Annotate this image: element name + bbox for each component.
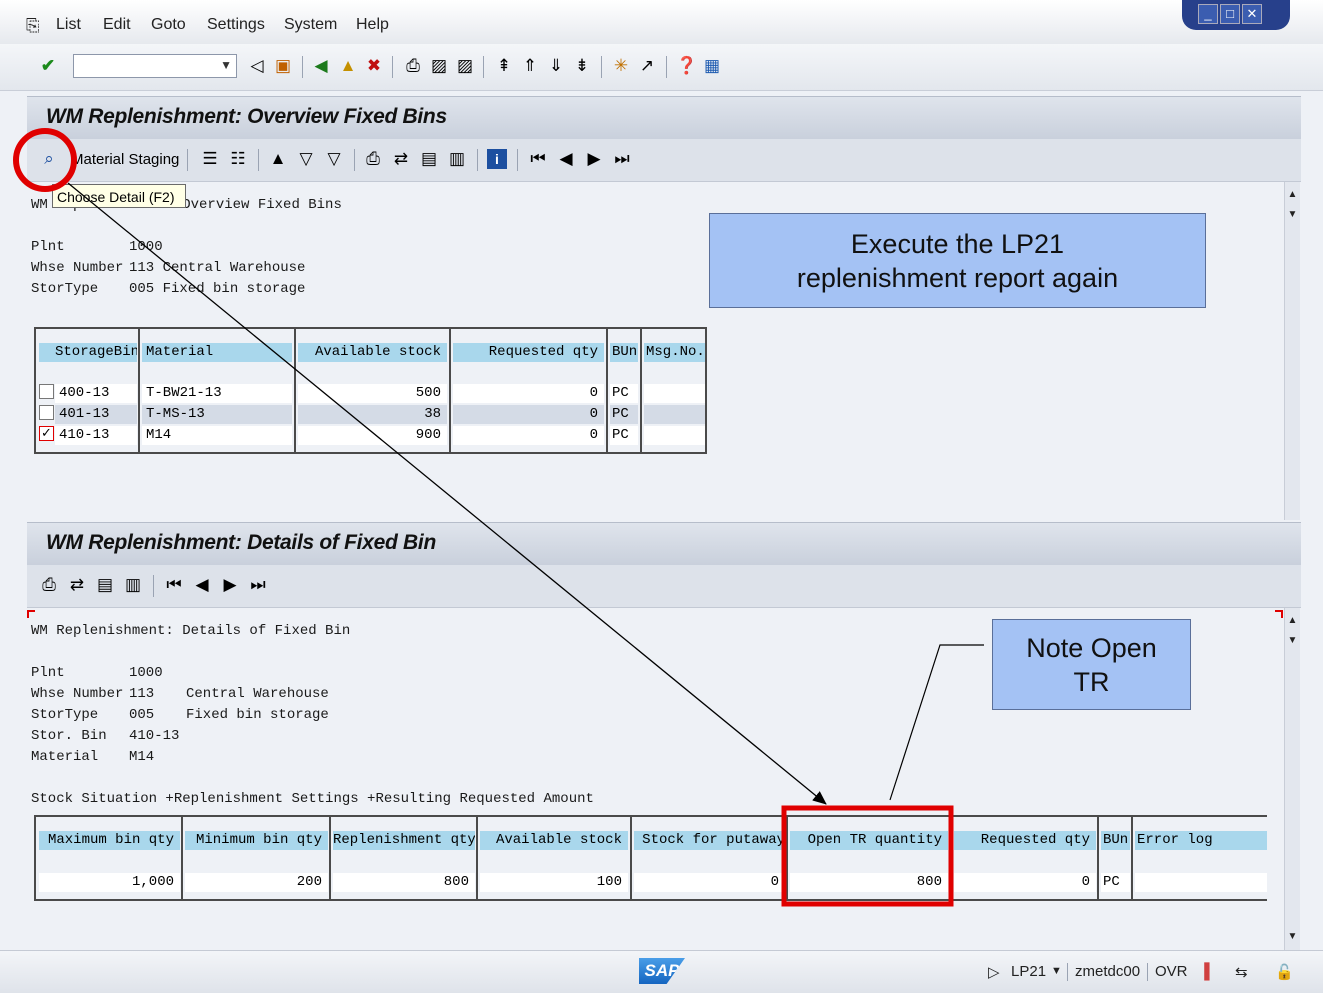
note-open-tr-callout: Note Open TR [992,619,1191,710]
server-name: zmetdc00 [1075,963,1141,980]
insert-mode[interactable]: OVR [1155,963,1188,980]
status-divider [1067,963,1068,981]
status-flag-icon: ▐ [1199,963,1210,980]
callout-leader-line [889,644,984,801]
transaction-code[interactable]: LP21 [1011,963,1046,980]
callout-text: TR [1073,667,1110,697]
connection-icon: ⇆ [1235,964,1248,981]
annotation-overlay [13,128,984,907]
status-expand-icon[interactable]: ▷ [988,963,1000,981]
highlight-circle [13,128,77,192]
status-bar: SAP ▷ LP21 ▼ zmetdc00 OVR ▐ ⇆ 🔓 [0,950,1323,993]
sap-logo: SAP [639,958,685,984]
callout-text: replenishment report again [796,263,1119,293]
lock-icon[interactable]: 🔓 [1275,963,1294,981]
status-divider [1147,963,1148,981]
highlight-box-open-tr [781,805,954,907]
chevron-down-icon[interactable]: ▼ [1051,965,1062,977]
callout-text: Execute the LP21 [850,229,1065,259]
callout-text: Note Open [1026,633,1157,663]
execute-report-callout: Execute the LP21 replenishment report ag… [709,213,1206,308]
